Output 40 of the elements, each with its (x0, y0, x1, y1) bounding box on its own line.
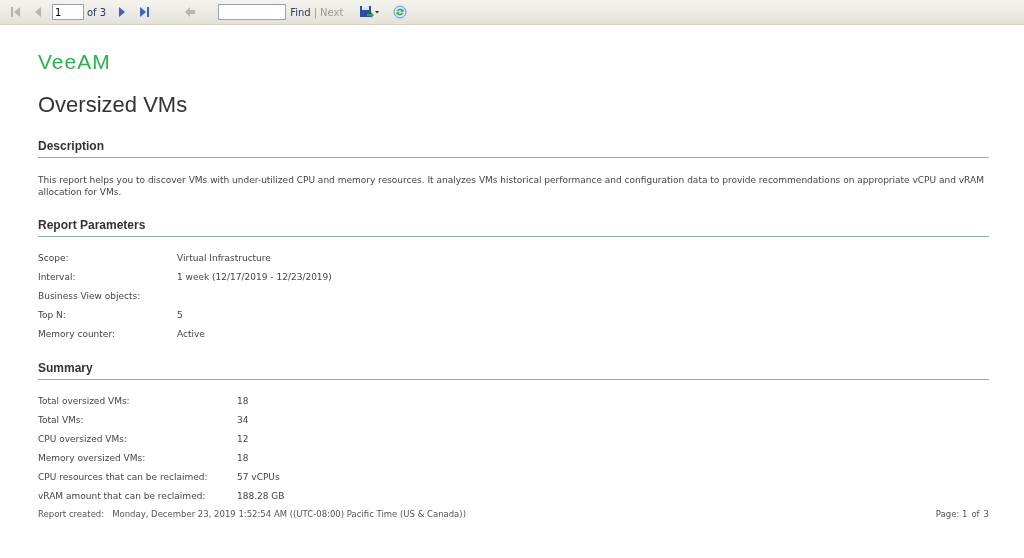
created-value: Monday, December 23, 2019 1:52:54 AM ((UTC-08:00) Pacific Time (US & Canada)) (112, 509, 466, 519)
section-heading: Summary (38, 361, 989, 380)
find-link[interactable]: Find (290, 6, 311, 18)
section-heading: Report Parameters (38, 218, 989, 237)
field-label: CPU oversized VMs: (38, 433, 128, 446)
field-label: Top N: (38, 309, 67, 322)
field-value: Virtual Infrastructure (177, 252, 272, 265)
page-of: of (971, 509, 980, 519)
save-button[interactable] (359, 5, 380, 19)
separator: | (313, 6, 318, 18)
field-label: Business View objects: (38, 290, 142, 303)
field-label: CPU resources that can be reclaimed: (38, 471, 209, 484)
refresh-button[interactable] (393, 5, 408, 19)
field-label: Scope: (38, 252, 70, 265)
page-total: 3 (983, 509, 989, 519)
field-value: 57 vCPUs (237, 471, 281, 484)
page-count: of 3 (87, 6, 107, 18)
logo: VeeAM (38, 51, 112, 73)
page-number-field[interactable]: 1 (52, 4, 84, 20)
field-value: 18 (237, 395, 250, 408)
field-label: Interval: (38, 271, 77, 284)
field-value: Active (177, 328, 206, 341)
report-title: Oversized VMs (38, 91, 189, 119)
field-value: 1 week (12/17/2019 - 12/23/2019) (177, 271, 333, 284)
field-value: 188.28 GB (237, 490, 286, 503)
section-heading: Description (38, 139, 989, 158)
find-field[interactable] (218, 4, 287, 20)
last-page-icon[interactable] (137, 5, 152, 19)
field-value: 34 (237, 414, 250, 427)
page-label: Page: 1 (935, 509, 968, 519)
field-label: vRAM amount that can be reclaimed: (38, 490, 207, 503)
field-label: Memory counter: (38, 328, 116, 341)
field-value: 12 (237, 433, 250, 446)
field-value: 18 (237, 452, 250, 465)
created-label: Report created: (38, 509, 105, 519)
field-label: Total oversized VMs: (38, 395, 131, 408)
field-label: Total VMs: (38, 414, 85, 427)
description-text: This report helps you to discover VMs with under-utilized CPU and memory resources. It analyzes VMs historical performance and configuration data to provide recommendations on appropriate vCPU and vRAM allocation for VMs. (38, 174, 985, 198)
field-value: 5 (177, 309, 184, 322)
field-label: Memory oversized VMs: (38, 452, 147, 465)
